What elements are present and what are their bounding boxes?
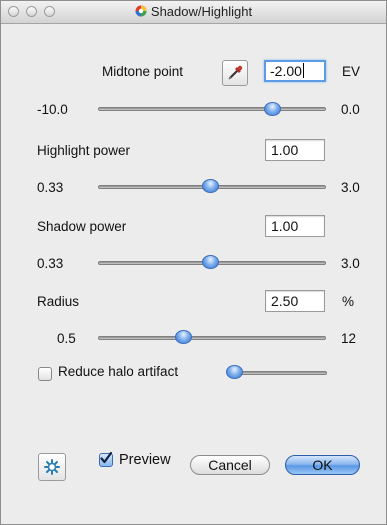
- radius-min-label: 0.5: [57, 331, 76, 346]
- midtone-value-field[interactable]: -2.00: [264, 60, 326, 82]
- highlight-max-label: 3.0: [341, 180, 360, 195]
- cancel-button[interactable]: Cancel: [190, 455, 270, 475]
- highlight-min-label: 0.33: [37, 180, 64, 195]
- reduce-halo-checkbox[interactable]: [38, 367, 52, 381]
- radius-value: 2.50: [271, 293, 299, 309]
- highlight-power-value: 1.00: [271, 142, 299, 158]
- midtone-slider-track[interactable]: [98, 107, 326, 111]
- ok-button[interactable]: OK: [285, 455, 360, 475]
- cancel-button-label: Cancel: [208, 457, 252, 473]
- app-color-icon: [135, 5, 147, 17]
- midtone-unit: EV: [342, 64, 361, 79]
- halo-slider-track[interactable]: [233, 371, 327, 375]
- radius-label: Radius: [37, 294, 80, 309]
- eyedropper-button[interactable]: [222, 60, 248, 86]
- halo-slider-knob[interactable]: [226, 365, 243, 379]
- shadow-slider-knob[interactable]: [202, 255, 219, 269]
- radius-max-label: 12: [341, 331, 357, 346]
- radius-slider-track[interactable]: [98, 336, 326, 340]
- highlight-power-field[interactable]: 1.00: [265, 139, 325, 161]
- reduce-halo-label[interactable]: Reduce halo artifact: [58, 364, 178, 379]
- preview-checkbox[interactable]: [99, 451, 113, 467]
- shadow-power-value: 1.00: [271, 218, 299, 234]
- text-caret: [302, 63, 304, 78]
- radius-slider-knob[interactable]: [175, 330, 192, 344]
- midtone-max-label: 0.0: [341, 102, 360, 117]
- midtone-value-text: -2.00: [270, 63, 302, 79]
- reset-button[interactable]: [38, 453, 66, 481]
- radius-field[interactable]: 2.50: [265, 290, 325, 312]
- shadow-max-label: 3.0: [341, 256, 360, 271]
- preview-label[interactable]: Preview: [119, 452, 171, 468]
- window-title: Shadow/Highlight: [1, 4, 386, 19]
- highlight-power-label: Highlight power: [37, 143, 131, 158]
- title-bar: Shadow/Highlight: [1, 1, 386, 24]
- highlight-slider-knob[interactable]: [202, 179, 219, 193]
- checkmark-icon: [100, 451, 113, 464]
- midtone-slider-knob[interactable]: [264, 102, 281, 116]
- ok-button-label: OK: [312, 457, 333, 473]
- gear-icon: [44, 459, 60, 475]
- eyedropper-icon: [228, 65, 243, 80]
- shadow-power-field[interactable]: 1.00: [265, 215, 325, 237]
- midtone-label: Midtone point: [102, 64, 184, 79]
- radius-unit: %: [342, 294, 355, 309]
- shadow-min-label: 0.33: [37, 256, 64, 271]
- shadow-highlight-dialog: Shadow/Highlight Midtone point -2.00 EV …: [0, 0, 387, 525]
- window-title-text: Shadow/Highlight: [150, 4, 253, 19]
- midtone-min-label: -10.0: [37, 102, 68, 117]
- shadow-power-label: Shadow power: [37, 219, 127, 234]
